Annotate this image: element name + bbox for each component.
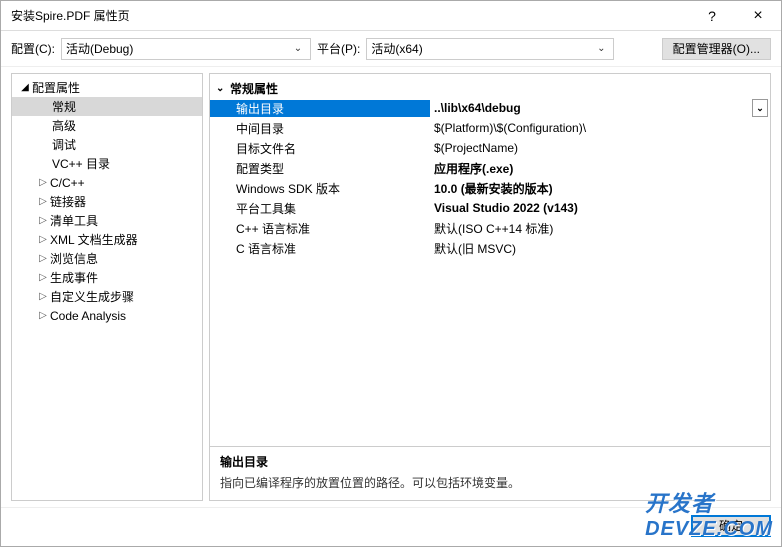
property-label: 目标文件名 [210, 140, 430, 157]
help-button[interactable]: ? [689, 1, 735, 31]
property-value[interactable]: $(Platform)\$(Configuration)\ [430, 121, 770, 135]
tree-item-label: 生成事件 [50, 269, 98, 286]
chevron-right-icon: ▷ [36, 253, 50, 264]
chevron-right-icon: ▷ [36, 310, 50, 321]
property-row[interactable]: 平台工具集Visual Studio 2022 (v143) [210, 198, 770, 218]
tree-item[interactable]: ▷Code Analysis [12, 306, 202, 325]
property-value[interactable]: Visual Studio 2022 (v143) [430, 201, 770, 215]
main-area: ◢配置属性常规高级调试VC++ 目录▷C/C++▷链接器▷清单工具▷XML 文档… [1, 67, 781, 507]
help-title: 输出目录 [220, 453, 760, 470]
property-label: C++ 语言标准 [210, 220, 430, 237]
close-button[interactable]: × [735, 1, 781, 31]
help-desc: 指向已编译程序的放置位置的路径。可以包括环境变量。 [220, 474, 760, 491]
property-label: 平台工具集 [210, 200, 430, 217]
tree-item[interactable]: 调试 [12, 135, 202, 154]
property-label: 中间目录 [210, 120, 430, 137]
chevron-right-icon: ▷ [36, 196, 50, 207]
chevron-right-icon: ▷ [36, 291, 50, 302]
tree-item-label: VC++ 目录 [52, 155, 110, 172]
ok-button[interactable]: 确定 [691, 515, 771, 537]
tree-item[interactable]: ▷清单工具 [12, 211, 202, 230]
tree-item[interactable]: ▷生成事件 [12, 268, 202, 287]
property-value[interactable]: 应用程序(.exe) [430, 160, 770, 177]
property-value[interactable]: 10.0 (最新安装的版本) [430, 180, 770, 197]
tree-item[interactable]: ▷链接器 [12, 192, 202, 211]
window-title: 安装Spire.PDF 属性页 [11, 7, 689, 24]
group-header[interactable]: ⌄ 常规属性 [210, 78, 770, 98]
property-value[interactable]: ..\lib\x64\debug⌄ [430, 99, 770, 117]
chevron-down-icon: ⌄ [290, 43, 306, 54]
property-row[interactable]: C 语言标准默认(旧 MSVC) [210, 238, 770, 258]
tree-item-label: 配置属性 [32, 79, 80, 96]
property-label: Windows SDK 版本 [210, 180, 430, 197]
group-title: 常规属性 [230, 80, 278, 97]
tree-item[interactable]: ▷浏览信息 [12, 249, 202, 268]
platform-label: 平台(P): [317, 40, 360, 57]
tree-item-label: C/C++ [50, 176, 85, 190]
config-label: 配置(C): [11, 40, 55, 57]
chevron-down-icon: ⌄ [593, 43, 609, 54]
footer: 确定 开发者DEVZE.COM [1, 507, 781, 543]
tree-item-label: 链接器 [50, 193, 86, 210]
tree-item[interactable]: ▷XML 文档生成器 [12, 230, 202, 249]
chevron-down-icon[interactable]: ⌄ [752, 99, 768, 117]
property-row[interactable]: 输出目录..\lib\x64\debug⌄ [210, 98, 770, 118]
chevron-down-icon: ⌄ [216, 83, 230, 94]
property-row[interactable]: 配置类型应用程序(.exe) [210, 158, 770, 178]
tree-item[interactable]: 高级 [12, 116, 202, 135]
property-row[interactable]: Windows SDK 版本10.0 (最新安装的版本) [210, 178, 770, 198]
tree-item[interactable]: 常规 [12, 97, 202, 116]
content-panel: ⌄ 常规属性 输出目录..\lib\x64\debug⌄中间目录$(Platfo… [209, 73, 771, 501]
property-value[interactable]: 默认(ISO C++14 标准) [430, 220, 770, 237]
chevron-right-icon: ▷ [36, 272, 50, 283]
chevron-right-icon: ▷ [36, 234, 50, 245]
tree-item-label: 浏览信息 [50, 250, 98, 267]
property-grid: ⌄ 常规属性 输出目录..\lib\x64\debug⌄中间目录$(Platfo… [210, 74, 770, 446]
tree-item-label: 清单工具 [50, 212, 98, 229]
chevron-right-icon: ▷ [36, 215, 50, 226]
chevron-right-icon: ▷ [36, 177, 50, 188]
chevron-down-icon: ◢ [18, 82, 32, 93]
tree-item-label: 常规 [52, 98, 76, 115]
config-value: 活动(Debug) [66, 40, 290, 57]
tree-item-label: 调试 [52, 136, 76, 153]
tree-panel: ◢配置属性常规高级调试VC++ 目录▷C/C++▷链接器▷清单工具▷XML 文档… [11, 73, 203, 501]
property-row[interactable]: 中间目录$(Platform)\$(Configuration)\ [210, 118, 770, 138]
config-manager-button[interactable]: 配置管理器(O)... [662, 38, 771, 60]
tree-item[interactable]: ◢配置属性 [12, 78, 202, 97]
help-box: 输出目录 指向已编译程序的放置位置的路径。可以包括环境变量。 [210, 446, 770, 500]
property-row[interactable]: 目标文件名$(ProjectName) [210, 138, 770, 158]
property-value[interactable]: $(ProjectName) [430, 141, 770, 155]
config-dropdown[interactable]: 活动(Debug) ⌄ [61, 38, 311, 60]
property-label: C 语言标准 [210, 240, 430, 257]
tree-item[interactable]: ▷C/C++ [12, 173, 202, 192]
property-label: 配置类型 [210, 160, 430, 177]
config-row: 配置(C): 活动(Debug) ⌄ 平台(P): 活动(x64) ⌄ 配置管理… [1, 31, 781, 67]
platform-dropdown[interactable]: 活动(x64) ⌄ [366, 38, 614, 60]
tree-item-label: 高级 [52, 117, 76, 134]
property-value[interactable]: 默认(旧 MSVC) [430, 240, 770, 257]
platform-value: 活动(x64) [371, 40, 593, 57]
property-row[interactable]: C++ 语言标准默认(ISO C++14 标准) [210, 218, 770, 238]
tree-item-label: 自定义生成步骤 [50, 288, 134, 305]
tree-item-label: Code Analysis [50, 309, 126, 323]
titlebar: 安装Spire.PDF 属性页 ? × [1, 1, 781, 31]
tree-item-label: XML 文档生成器 [50, 231, 138, 248]
tree-item[interactable]: VC++ 目录 [12, 154, 202, 173]
property-label: 输出目录 [210, 100, 430, 117]
tree-item[interactable]: ▷自定义生成步骤 [12, 287, 202, 306]
